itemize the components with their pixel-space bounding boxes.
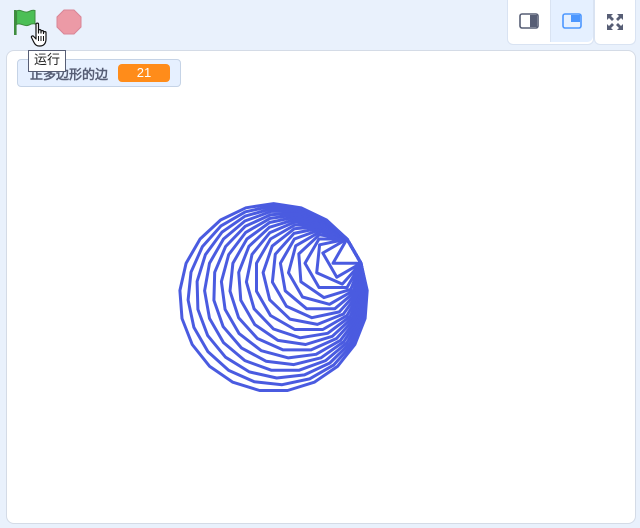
stage-header: 运行 [0, 0, 640, 72]
small-stage-button[interactable] [508, 0, 551, 42]
stage-canvas[interactable]: 正多边形的边 21 [6, 50, 636, 524]
hand-pointer-icon [30, 22, 47, 47]
monitor-value: 21 [118, 64, 171, 82]
stage-size-toggle [507, 0, 594, 45]
pen-drawing [178, 202, 369, 392]
stop-icon [56, 9, 82, 35]
normal-stage-button[interactable] [551, 0, 593, 42]
small-stage-icon [519, 13, 539, 29]
stop-button[interactable] [54, 7, 84, 37]
fullscreen-icon [607, 14, 623, 30]
run-tooltip: 运行 [28, 50, 67, 72]
fullscreen-button[interactable] [594, 0, 636, 45]
normal-stage-icon [562, 13, 582, 29]
scratch-player: 运行 正多边形的边 21 [0, 0, 640, 528]
polygon-3-sides [331, 238, 363, 265]
